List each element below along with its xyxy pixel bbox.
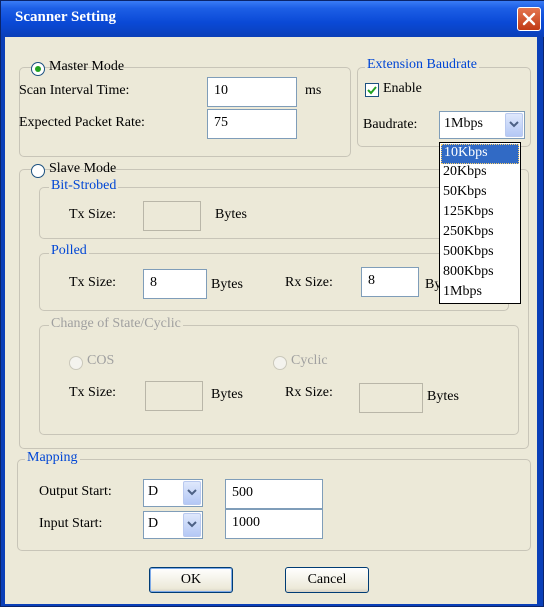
bitstrobed-tx-input[interactable] — [143, 201, 201, 231]
polled-tx-input[interactable]: 8 — [143, 269, 207, 299]
baudrate-option[interactable]: 500Kbps — [441, 244, 519, 264]
cyclic-label: Cyclic — [291, 353, 328, 368]
baudrate-option[interactable]: 20Kbps — [441, 164, 519, 184]
input-start-input[interactable]: 1000 — [225, 509, 323, 539]
output-device-value: D — [148, 484, 159, 499]
baudrate-option[interactable]: 1Mbps — [441, 284, 519, 304]
cos-rx-label: Rx Size: — [285, 385, 333, 400]
baudrate-select[interactable]: 1Mbps — [439, 111, 525, 139]
dialog-body: Master Mode Scan Interval Time: 10 ms Ex… — [5, 37, 537, 604]
master-mode-radio[interactable] — [31, 62, 45, 76]
bit-strobed-label: Bit-Strobed — [49, 178, 119, 194]
baudrate-option[interactable]: 250Kbps — [441, 224, 519, 244]
bitstrobed-tx-label: Tx Size: — [69, 207, 117, 222]
chevron-down-icon — [509, 121, 519, 128]
close-icon — [522, 12, 536, 26]
master-mode-group — [19, 67, 351, 157]
scan-interval-label: Scan Interval Time: — [19, 83, 130, 98]
window-title: Scanner Setting — [15, 9, 116, 25]
polled-rx-input[interactable]: 8 — [361, 267, 419, 297]
slave-mode-radio[interactable] — [31, 164, 45, 178]
output-start-input[interactable]: 500 — [225, 479, 323, 509]
packet-rate-input[interactable]: 75 — [207, 109, 297, 139]
mapping-label: Mapping — [25, 450, 80, 466]
output-device-dropdown-button[interactable] — [183, 481, 201, 505]
extension-baudrate-label: Extension Baudrate — [365, 57, 480, 73]
title-bar[interactable]: Scanner Setting — [1, 1, 544, 37]
input-device-select[interactable]: D — [143, 511, 203, 539]
baudrate-option[interactable]: 10Kbps — [441, 144, 519, 164]
cos-radio[interactable] — [69, 356, 83, 370]
cos-tx-bytes-label: Bytes — [211, 387, 243, 402]
input-device-value: D — [148, 516, 159, 531]
cos-rx-input[interactable] — [359, 383, 423, 413]
cos-label: COS — [87, 353, 115, 368]
enable-label: Enable — [383, 81, 422, 96]
cos-rx-bytes-label: Bytes — [427, 389, 459, 404]
ok-button[interactable]: OK — [149, 567, 233, 593]
cos-cyclic-label: Change of State/Cyclic — [49, 316, 183, 332]
close-button[interactable] — [517, 7, 541, 31]
cos-cyclic-group — [39, 325, 519, 435]
baudrate-dropdown-list: 10Kbps 20Kbps 50Kbps 125Kbps 250Kbps 500… — [439, 142, 521, 304]
input-start-label: Input Start: — [39, 516, 103, 531]
baudrate-selected-value: 1Mbps — [444, 116, 483, 131]
chevron-down-icon — [187, 489, 197, 496]
packet-rate-label: Expected Packet Rate: — [19, 115, 145, 130]
baudrate-option[interactable]: 50Kbps — [441, 184, 519, 204]
output-start-label: Output Start: — [39, 484, 112, 499]
scan-interval-input[interactable]: 10 — [207, 77, 297, 107]
baudrate-option[interactable]: 800Kbps — [441, 264, 519, 284]
cos-tx-input[interactable] — [145, 381, 203, 411]
scan-interval-unit: ms — [305, 83, 322, 98]
bitstrobed-bytes-label: Bytes — [215, 207, 247, 222]
polled-tx-label: Tx Size: — [69, 275, 117, 290]
cancel-button[interactable]: Cancel — [285, 567, 369, 593]
chevron-down-icon — [187, 521, 197, 528]
enable-checkbox[interactable] — [365, 83, 379, 97]
slave-mode-label: Slave Mode — [49, 161, 117, 176]
checkmark-icon — [367, 86, 377, 95]
cyclic-radio[interactable] — [273, 356, 287, 370]
output-device-select[interactable]: D — [143, 479, 203, 507]
input-device-dropdown-button[interactable] — [183, 513, 201, 537]
polled-tx-bytes-label: Bytes — [211, 277, 243, 292]
master-mode-label: Master Mode — [49, 59, 125, 74]
cos-tx-label: Tx Size: — [69, 385, 117, 400]
baudrate-label: Baudrate: — [363, 117, 418, 132]
scanner-setting-window: Scanner Setting Master Mode Scan Interva… — [0, 0, 544, 607]
baudrate-option[interactable]: 125Kbps — [441, 204, 519, 224]
polled-label: Polled — [49, 243, 89, 259]
baudrate-dropdown-button[interactable] — [505, 113, 523, 137]
polled-rx-label: Rx Size: — [285, 275, 333, 290]
